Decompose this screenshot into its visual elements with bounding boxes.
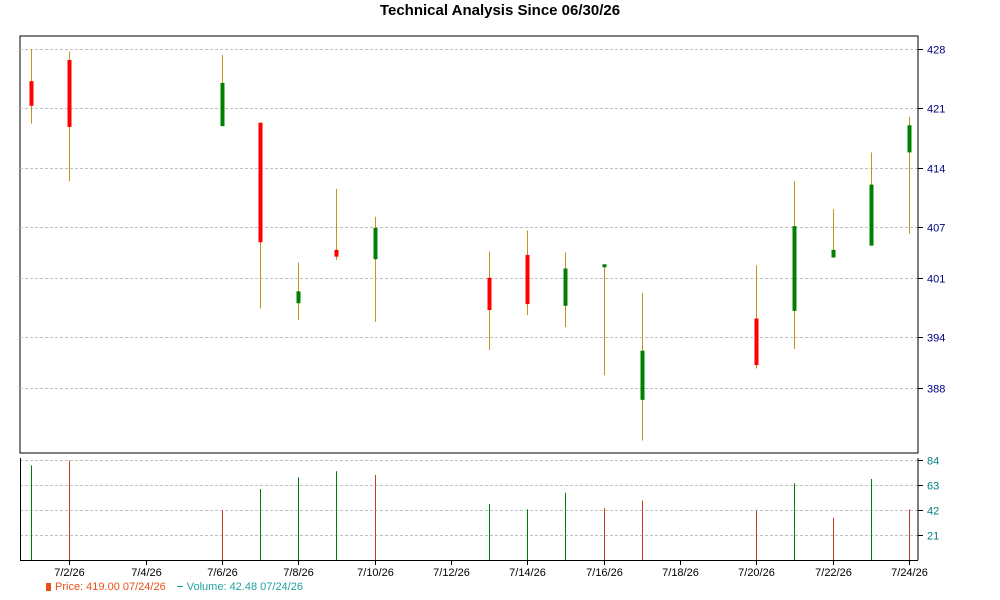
price-panel-frame <box>19 35 919 454</box>
price-tick-label: 401 <box>927 274 945 286</box>
candle-body <box>640 350 645 400</box>
candle-body <box>754 318 759 366</box>
chart-title: Technical Analysis Since 06/30/26 <box>379 2 621 19</box>
candle-body <box>525 254 530 305</box>
price-tick-label: 388 <box>927 384 945 396</box>
candle-body <box>602 264 607 268</box>
legend-volume-marker <box>176 586 183 587</box>
candle-body <box>29 81 34 106</box>
x-tick-label: 7/16/26 <box>586 567 623 579</box>
x-tick-label: 7/6/26 <box>207 567 238 579</box>
legend-volume: Volume: 42.48 07/24/26 <box>176 580 303 594</box>
price-tick-label: 407 <box>927 223 945 235</box>
x-tick-label: 7/20/26 <box>738 567 775 579</box>
candle-body <box>258 122 263 243</box>
volume-y-axis: 21 42 63 84 <box>20 456 939 561</box>
x-tick-label: 7/18/26 <box>662 567 699 579</box>
legend: Price: 419.00 07/24/26 Volume: 42.48 07/… <box>46 580 311 594</box>
candle-body <box>220 82 225 127</box>
candle-body <box>67 60 72 127</box>
price-y-axis: 388 394 401 407 414 421 428 <box>917 36 945 453</box>
volume-tick-label: 84 <box>927 456 939 468</box>
candle-body <box>792 226 797 311</box>
volume-tick-label: 42 <box>927 506 939 518</box>
price-tick-label: 394 <box>927 333 945 345</box>
price-tick-label: 414 <box>927 164 945 176</box>
candle-body <box>373 227 378 260</box>
legend-price-label: Price: 419.00 07/24/26 <box>55 581 166 593</box>
x-tick-label: 7/24/26 <box>891 567 928 579</box>
candlestick-series <box>29 49 912 441</box>
candle-body <box>334 249 339 257</box>
price-grid <box>20 49 918 389</box>
x-tick-label: 7/22/26 <box>815 567 852 579</box>
x-tick-label: 7/8/26 <box>283 567 314 579</box>
x-tick-label: 7/4/26 <box>131 567 162 579</box>
volume-tick-label: 21 <box>927 531 939 543</box>
x-tick-label: 7/10/26 <box>357 567 394 579</box>
candle-body <box>907 125 912 153</box>
candle-body <box>563 268 568 306</box>
volume-grid <box>20 460 918 536</box>
x-tick-label: 7/2/26 <box>54 567 85 579</box>
candle-body <box>869 184 874 246</box>
x-tick-label: 7/14/26 <box>509 567 546 579</box>
chart-canvas: 388 394 401 407 414 421 428 21 42 63 84 7/2/26 7/4… <box>19 35 945 579</box>
x-axis: 7/2/26 7/4/26 7/6/26 7/8/26 7/10/26 7/12/26 7/… <box>54 560 928 579</box>
legend-price: Price: 419.00 07/24/26 <box>46 580 166 594</box>
candle-body <box>487 277 492 311</box>
legend-volume-label: Volume: 42.48 07/24/26 <box>186 581 303 593</box>
x-tick-label: 7/12/26 <box>433 567 470 579</box>
legend-price-marker <box>46 583 51 591</box>
price-tick-label: 421 <box>927 104 945 116</box>
price-tick-label: 428 <box>927 45 945 57</box>
volume-tick-label: 63 <box>927 481 939 493</box>
candle-body <box>296 291 301 304</box>
candle-body <box>831 249 836 258</box>
